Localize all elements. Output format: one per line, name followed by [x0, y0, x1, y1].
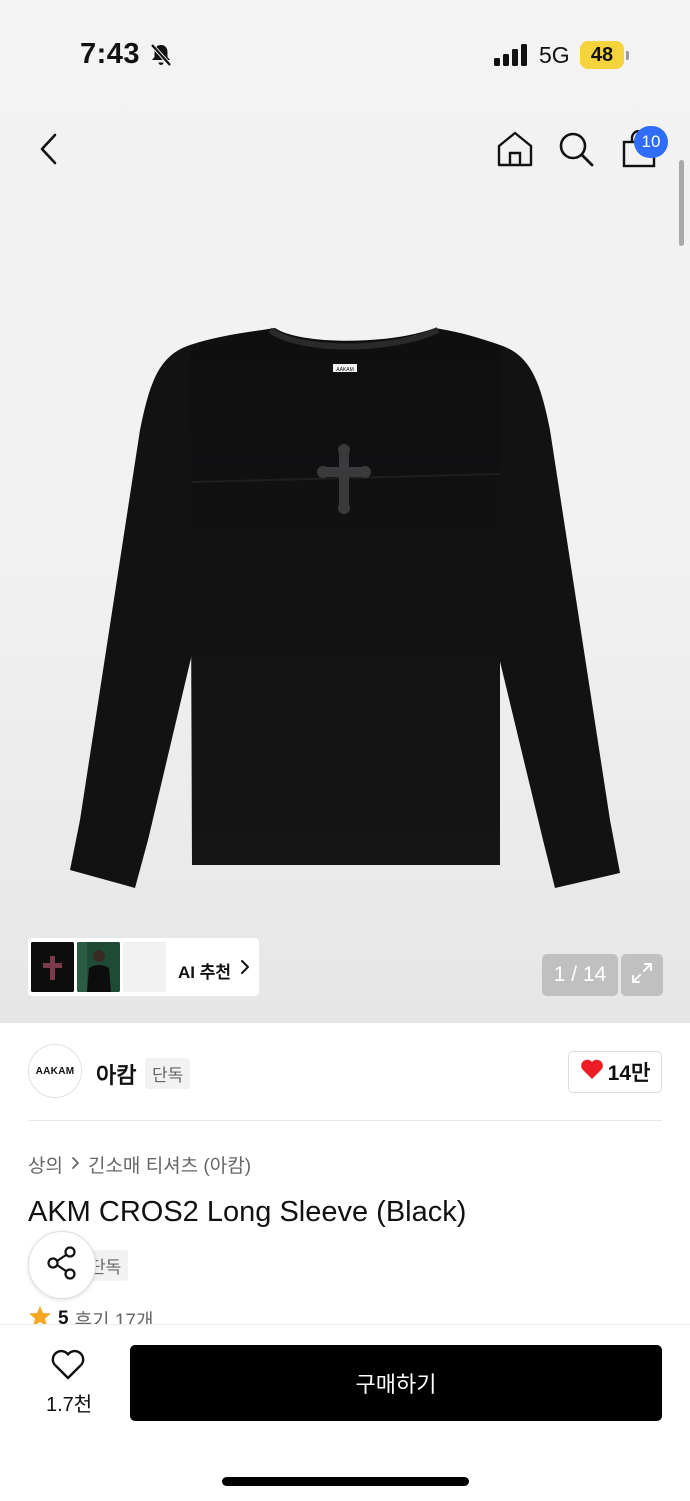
image-counter: 1 / 14 — [542, 954, 618, 996]
breadcrumb-category[interactable]: 상의 — [28, 1151, 63, 1178]
home-icon — [496, 130, 534, 173]
brand-name[interactable]: 아캄 — [96, 1058, 136, 1090]
brand-logo[interactable]: AAKAM — [28, 1044, 82, 1098]
home-indicator — [222, 1477, 469, 1486]
signal-icon — [494, 44, 530, 71]
breadcrumb-subcategory[interactable]: 긴소매 티셔츠 (아캄) — [88, 1151, 251, 1178]
back-button[interactable] — [28, 130, 70, 172]
brand-like-count: 14만 — [607, 1062, 651, 1085]
status-time: 7:43 — [80, 38, 141, 70]
cart-count-badge: 10 — [634, 126, 668, 158]
heart-filled-icon — [580, 1058, 604, 1086]
ai-recommend-label: AI 추천 — [178, 963, 232, 982]
battery-cap — [626, 51, 629, 60]
product-tag-text: AAKAM — [336, 367, 354, 373]
product-image-gallery[interactable]: 7:43 5G 48 10 AAKAM AI 추천 1 / 14 — [0, 0, 690, 1023]
wishlist-count: 1.7천 — [46, 1394, 93, 1416]
scrollbar[interactable] — [679, 160, 684, 246]
chevron-right-icon — [240, 959, 250, 980]
divider — [28, 1120, 662, 1121]
share-button[interactable] — [28, 1231, 96, 1299]
brand-like-button[interactable]: 14만 — [568, 1051, 662, 1093]
product-image: AAKAM — [70, 327, 620, 888]
bell-muted-icon — [148, 42, 174, 73]
chevron-left-icon — [37, 132, 61, 171]
expand-button[interactable] — [621, 954, 663, 996]
recommend-thumbnail-2 — [77, 942, 120, 992]
product-title: AKM CROS2 Long Sleeve (Black) — [28, 1196, 467, 1228]
ai-recommend-chip[interactable]: AI 추천 — [28, 938, 259, 996]
chevron-right-icon — [71, 1154, 80, 1176]
network-label: 5G — [539, 42, 570, 68]
wishlist-button[interactable] — [50, 1349, 86, 1386]
battery-icon: 48 — [580, 41, 624, 69]
expand-icon — [630, 961, 654, 990]
buy-button[interactable]: 구매하기 — [130, 1345, 662, 1421]
breadcrumb: 상의 긴소매 티셔츠 (아캄) — [28, 1151, 251, 1178]
search-button[interactable] — [555, 130, 597, 172]
recommend-thumbnail-1 — [31, 942, 74, 992]
heart-outline-icon — [50, 1349, 86, 1385]
home-button[interactable] — [494, 130, 536, 172]
search-icon — [557, 130, 595, 173]
recommend-thumbnail-3 — [123, 942, 166, 992]
brand-exclusive-tag: 단독 — [145, 1058, 191, 1089]
share-icon — [46, 1245, 78, 1285]
